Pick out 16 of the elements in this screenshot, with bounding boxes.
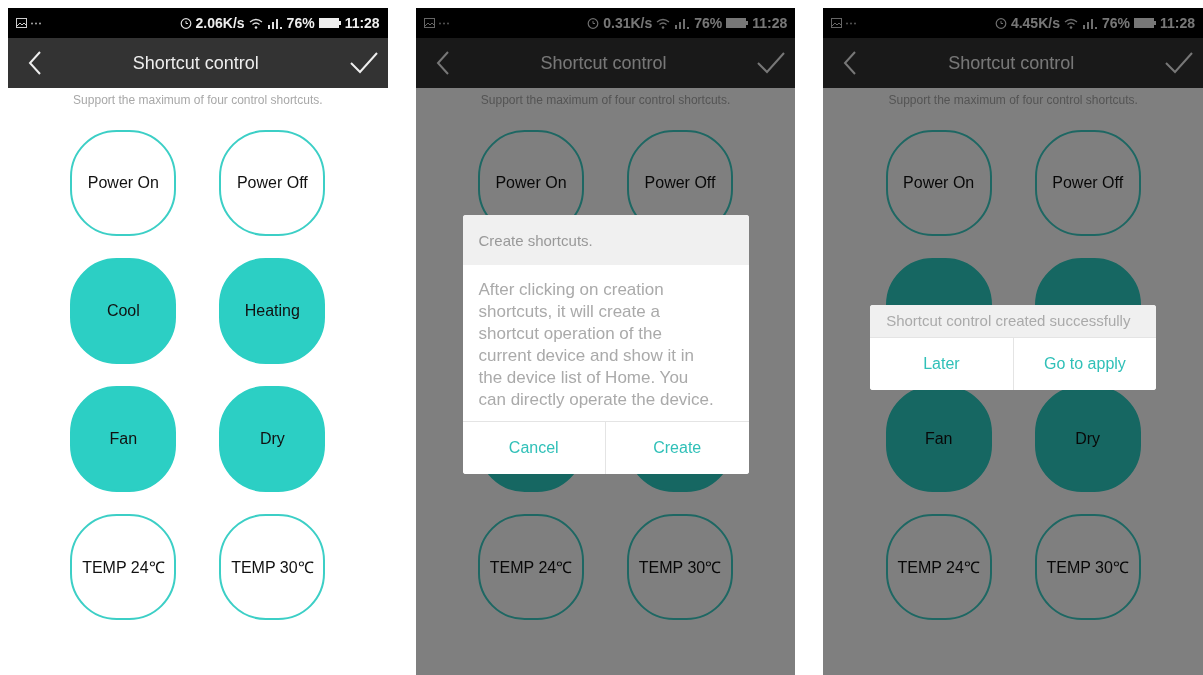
dialog-message: Shortcut control created successfully <box>870 305 1157 337</box>
network-speed: 4.45K/s <box>1010 15 1060 31</box>
hint-text: Support the maximum of four control shortcuts. <box>72 92 324 109</box>
battery-percent: 76% <box>694 15 723 31</box>
screen-title: Shortcut control <box>540 52 667 74</box>
screen-title: Shortcut control <box>132 52 259 74</box>
battery-percent: 76% <box>1101 15 1130 31</box>
clock-time: 11:28 <box>1159 15 1195 31</box>
dialog-message: After clicking on creation shortcuts, it will create a shortcut operation of the current device and show it in the device list of Home. You can directly operate the device. <box>477 279 715 411</box>
screen-title: Shortcut control <box>948 52 1075 74</box>
network-speed: 0.31K/s <box>603 15 653 31</box>
battery-percent: 76% <box>286 15 315 31</box>
dialog-title: Create shortcuts. <box>462 215 749 265</box>
network-speed: 2.06K/s <box>195 15 245 31</box>
clock-time: 11:28 <box>344 15 380 31</box>
clock-time: 11:28 <box>752 15 788 31</box>
